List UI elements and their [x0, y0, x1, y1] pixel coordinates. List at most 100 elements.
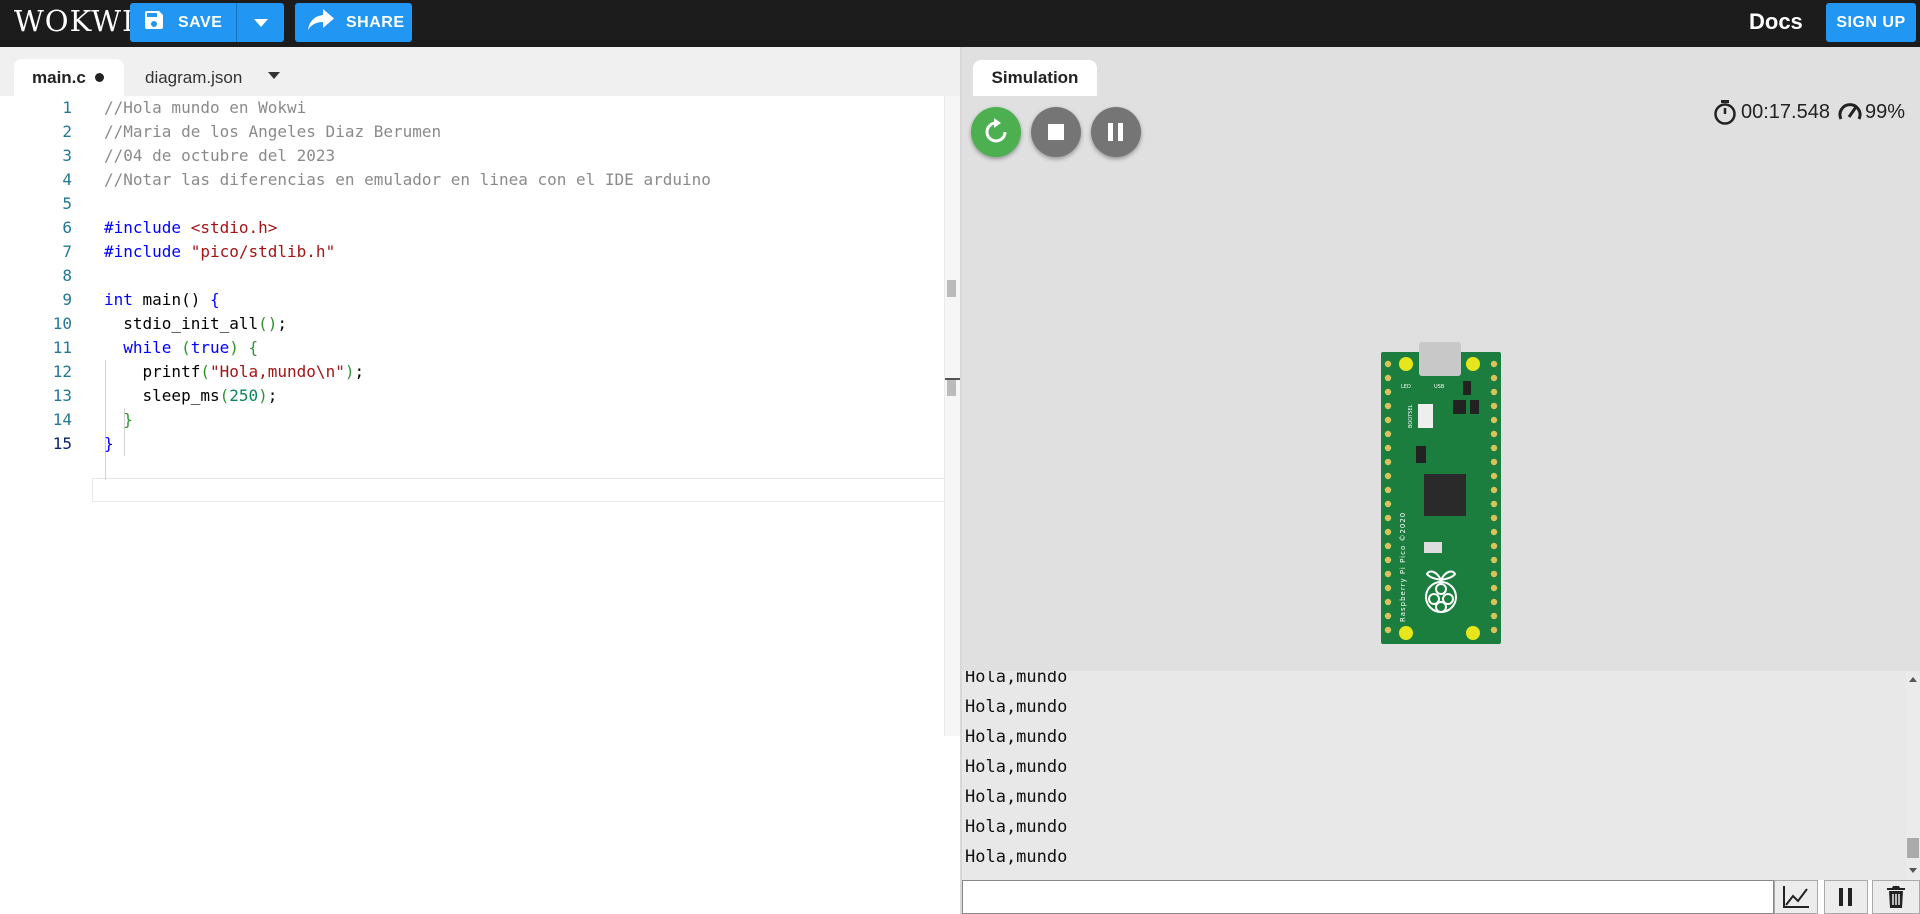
code-token: (	[219, 386, 230, 405]
board-pin	[1490, 570, 1498, 578]
board-name-label: Raspberry Pi Pico ©2020	[1399, 512, 1407, 622]
board-pin	[1490, 486, 1498, 494]
board-pin	[1490, 430, 1498, 438]
board-pin	[1490, 514, 1498, 522]
code-line[interactable]: 7 #include "pico/stdlib.h"	[0, 240, 944, 264]
share-button[interactable]: SHARE	[295, 3, 412, 42]
tab-simulation[interactable]: Simulation	[973, 60, 1097, 96]
code-line[interactable]: 14 }	[0, 408, 944, 432]
current-line-highlight	[92, 478, 960, 502]
code-line[interactable]: 15}	[0, 432, 944, 456]
code-token: int	[104, 290, 133, 309]
scroll-up-icon	[1909, 677, 1917, 682]
scroll-marker	[947, 280, 956, 297]
board-pin	[1384, 528, 1392, 536]
line-number: 11	[52, 338, 72, 357]
board-pin	[1384, 598, 1392, 606]
board-pin	[1384, 500, 1392, 508]
scroll-position-marker	[945, 378, 961, 380]
board-pin	[1384, 556, 1392, 564]
code-line[interactable]: 13 sleep_ms(250);	[0, 384, 944, 408]
code-text: stdio_init_all();	[104, 312, 287, 336]
code-line[interactable]: 4 //Notar las diferencias en emulador en …	[0, 168, 944, 192]
board-pin	[1384, 570, 1392, 578]
code-line[interactable]: 5	[0, 192, 944, 216]
save-dropdown-button[interactable]	[236, 3, 284, 42]
serial-scrollbar[interactable]	[1906, 671, 1920, 880]
code-line[interactable]: 11 while (true) {	[0, 336, 944, 360]
code-token: (	[200, 362, 210, 381]
board-pin	[1384, 388, 1392, 396]
sign-up-button[interactable]: SIGN UP	[1826, 3, 1916, 42]
code-line[interactable]: 2 //Maria de los Angeles Diaz Berumen	[0, 120, 944, 144]
restart-button[interactable]	[971, 107, 1021, 157]
code-token: #include	[104, 242, 191, 261]
code-line[interactable]: 9 int main() {	[0, 288, 944, 312]
serial-output-line: Hola,mundo	[965, 757, 1068, 777]
code-line[interactable]: 12 printf("Hola,mundo\n");	[0, 360, 944, 384]
pause-button[interactable]	[1091, 107, 1141, 157]
code-line[interactable]: 3 //04 de octubre del 2023	[0, 144, 944, 168]
code-token: while	[123, 338, 172, 357]
code-text: int main() {	[104, 288, 220, 312]
serial-scroll-thumb[interactable]	[1907, 838, 1919, 858]
trash-icon	[1887, 886, 1905, 908]
code-line[interactable]: 10 stdio_init_all();	[0, 312, 944, 336]
code-text: //Notar las diferencias en emulador en l…	[104, 168, 711, 192]
board-pin	[1490, 416, 1498, 424]
board-pin	[1490, 542, 1498, 550]
code-token: 250	[229, 386, 259, 405]
code-text: //04 de octubre del 2023	[104, 144, 335, 168]
code-area[interactable]: 1 //Hola mundo en Wokwi 2 //Maria de los An…	[0, 96, 960, 914]
sim-speed-value: 99%	[1865, 100, 1906, 123]
code-token: (	[171, 338, 191, 357]
code-line[interactable]: 1 //Hola mundo en Wokwi	[0, 96, 944, 120]
code-token: {	[238, 338, 259, 357]
board-pin	[1384, 430, 1392, 438]
usb-label: USB	[1434, 384, 1445, 390]
board-pin	[1490, 584, 1498, 592]
tab-diagram-json[interactable]: diagram.json	[145, 59, 242, 96]
board-pin	[1384, 374, 1392, 382]
clear-serial-button[interactable]	[1872, 880, 1920, 914]
code-token: )	[258, 386, 268, 405]
pause-icon	[1108, 123, 1123, 141]
line-number: 6	[62, 218, 72, 237]
editor-scrollbar[interactable]	[944, 96, 961, 736]
tab-main-c[interactable]: main.c	[14, 59, 124, 96]
board-pin	[1490, 612, 1498, 620]
chart-line-icon	[1783, 886, 1809, 908]
board-pin	[1384, 584, 1392, 592]
line-number: 2	[62, 122, 72, 141]
wokwi-logo[interactable]: WOKWI	[14, 4, 134, 38]
board-pin	[1384, 458, 1392, 466]
code-line[interactable]: 6 #include <stdio.h>	[0, 216, 944, 240]
stop-icon	[1048, 124, 1064, 140]
serial-input-field[interactable]	[962, 880, 1774, 914]
code-token: {	[209, 290, 220, 309]
tab-menu-chevron-icon[interactable]	[268, 72, 280, 79]
save-button[interactable]: SAVE	[130, 3, 284, 42]
docs-link[interactable]: Docs	[1749, 9, 1803, 35]
speedometer-icon	[1838, 103, 1862, 120]
serial-output-line: Hola,mundo	[965, 847, 1068, 867]
serial-pause-button[interactable]	[1824, 880, 1868, 914]
board-pin	[1490, 444, 1498, 452]
serial-output-line: Hola,mundo	[965, 817, 1068, 837]
code-token: }	[104, 434, 114, 453]
chevron-down-icon	[253, 18, 268, 27]
stop-button[interactable]	[1031, 107, 1081, 157]
board-pin	[1384, 612, 1392, 620]
board-pin	[1490, 598, 1498, 606]
sim-speed: 99%	[1837, 99, 1905, 125]
code-token: "Hola,mundo\n"	[209, 362, 345, 381]
line-number: 15	[52, 434, 72, 453]
serial-monitor: Hola,mundo Hola,mundo Hola,mundo Hola,mundo…	[962, 671, 1920, 880]
plotter-button[interactable]	[1774, 880, 1818, 914]
raspberry-pi-pico-board[interactable]: LED USB BOOTSEL Raspberry Pi Pico ©2020	[1378, 342, 1504, 651]
top-bar: WOKWI SAVE SHARE Docs SIGN UP	[0, 0, 1920, 47]
board-pin	[1490, 528, 1498, 536]
code-line[interactable]: 8	[0, 264, 944, 288]
serial-output-line: Hola,mundo	[965, 697, 1068, 717]
